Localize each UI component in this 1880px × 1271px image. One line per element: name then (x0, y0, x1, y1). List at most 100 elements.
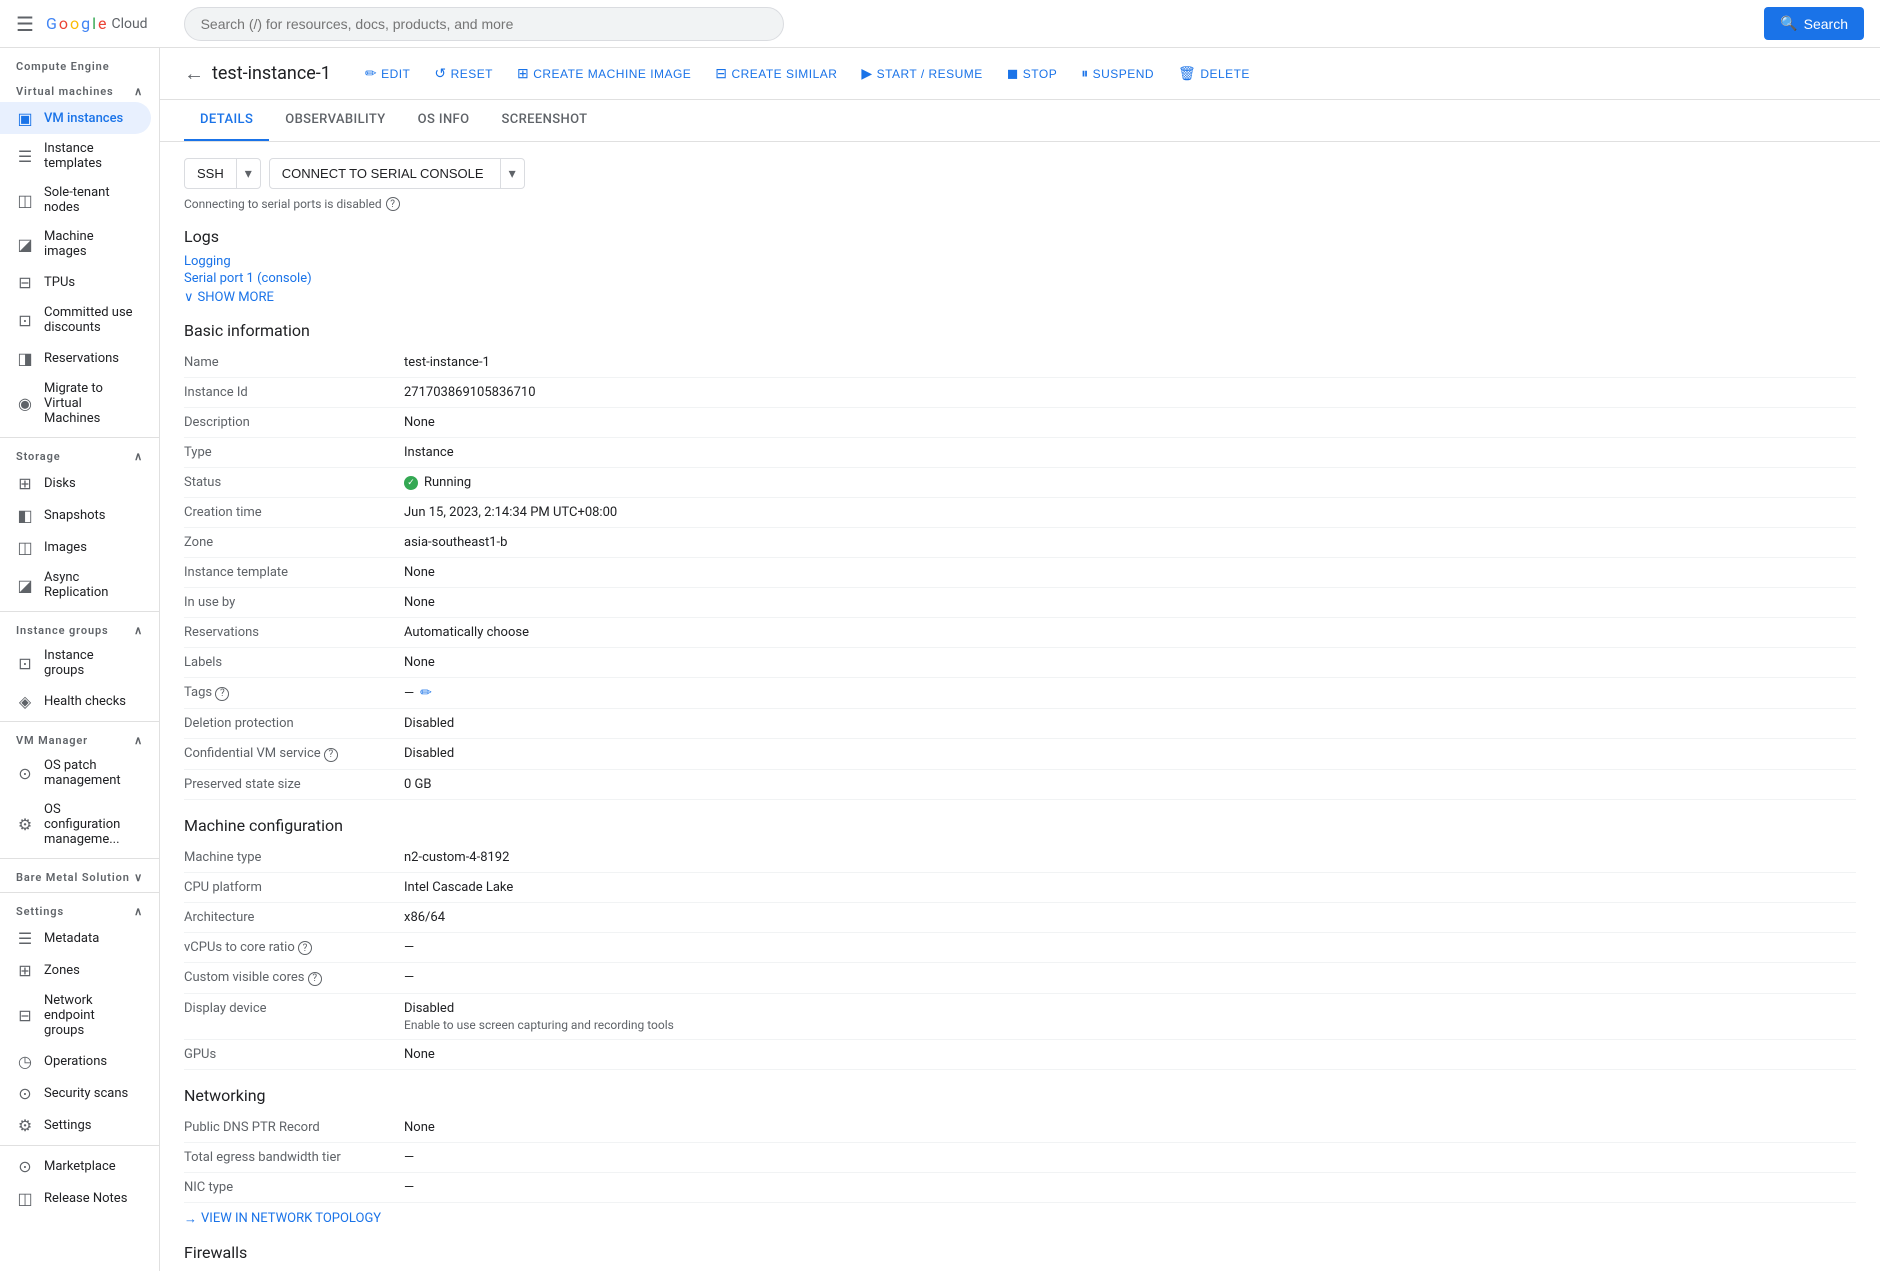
tab-details[interactable]: DETAILS (184, 100, 269, 141)
status-running-indicator: Running (404, 475, 1856, 490)
table-row: Tags ? — ✏ (184, 678, 1856, 709)
sidebar-item-network-endpoint-groups[interactable]: ⊟ Network endpoint groups (0, 986, 151, 1045)
sidebar-item-tpus[interactable]: ⊟ TPUs (0, 266, 151, 298)
sidebar-item-reservations[interactable]: ◨ Reservations (0, 342, 151, 374)
stop-icon: ◼ (1007, 65, 1019, 82)
sidebar-item-health-checks[interactable]: ◈ Health checks (0, 685, 151, 717)
sidebar-item-async-replication-label: Async Replication (44, 570, 135, 600)
sidebar-item-zones[interactable]: ⊞ Zones (0, 954, 151, 986)
networking-section-title: Networking (184, 1086, 1856, 1105)
sidebar-section-bare-metal[interactable]: Bare Metal Solution ∨ (0, 863, 159, 888)
serial-console-dropdown[interactable]: ▾ (500, 159, 524, 188)
ssh-button-group: SSH ▾ (184, 158, 261, 189)
logging-link[interactable]: Logging (184, 254, 1856, 269)
sidebar-item-snapshots-label: Snapshots (44, 508, 106, 523)
sidebar-item-instance-templates[interactable]: ☰ Instance templates (0, 134, 151, 178)
table-row: NIC type — (184, 1172, 1856, 1202)
logs-section-title: Logs (184, 227, 1856, 246)
table-row: Description None (184, 408, 1856, 438)
create-similar-icon: ⊟ (715, 65, 727, 82)
chevron-up-storage-icon: ∧ (134, 450, 143, 463)
table-row: Confidential VM service ? Disabled (184, 739, 1856, 770)
sidebar-section-vm[interactable]: Virtual machines ∧ (0, 77, 159, 102)
create-machine-image-button[interactable]: ⊞ CREATE MACHINE IMAGE (507, 59, 701, 88)
divider-storage (0, 437, 159, 438)
serial-console-chevron-icon: ▾ (509, 165, 516, 181)
networking-table: Public DNS PTR Record None Total egress … (184, 1113, 1856, 1203)
sidebar-section-instance-groups[interactable]: Instance groups ∧ (0, 616, 159, 641)
serial-ports-help-icon[interactable]: ? (386, 197, 400, 211)
sidebar-item-sole-tenant-nodes[interactable]: ◫ Sole-tenant nodes (0, 178, 151, 222)
vm-manager-section-label: VM Manager (16, 734, 88, 747)
sidebar-item-machine-images[interactable]: ◪ Machine images (0, 222, 151, 266)
ssh-dropdown-button[interactable]: ▾ (236, 159, 260, 188)
edit-button[interactable]: ✏ EDIT (355, 59, 420, 88)
sidebar-item-images[interactable]: ◫ Images (0, 531, 151, 563)
table-row: Display device Disabled Enable to use sc… (184, 993, 1856, 1039)
delete-button[interactable]: 🗑 DELETE (1168, 59, 1260, 88)
status-cell: Running (404, 468, 1856, 498)
serial-console-button[interactable]: CONNECT TO SERIAL CONSOLE (270, 160, 496, 187)
sidebar-item-committed-use[interactable]: ⊡ Committed use discounts (0, 298, 151, 342)
tags-label-text: Tags (184, 685, 212, 700)
table-row: GPUs None (184, 1039, 1856, 1069)
table-row: Preserved state size 0 GB (184, 769, 1856, 799)
os-patch-icon: ⊙ (16, 764, 34, 782)
sidebar-section-storage[interactable]: Storage ∧ (0, 442, 159, 467)
sidebar-item-images-label: Images (44, 540, 87, 555)
gpus-value: None (404, 1039, 1856, 1069)
sidebar-item-os-patch[interactable]: ⊙ OS patch management (0, 751, 151, 795)
confidential-vm-help-icon[interactable]: ? (324, 748, 338, 762)
sidebar-item-marketplace[interactable]: ⊙ Marketplace (0, 1150, 151, 1182)
custom-cores-help-icon[interactable]: ? (308, 972, 322, 986)
zone-label: Zone (184, 528, 404, 558)
sidebar-item-disks[interactable]: ⊞ Disks (0, 467, 151, 499)
search-input[interactable] (184, 7, 784, 41)
tab-os-info[interactable]: OS INFO (402, 100, 486, 141)
ssh-main-button[interactable]: SSH (185, 160, 236, 187)
back-button[interactable]: ← (184, 61, 204, 86)
start-resume-button[interactable]: ▶ START / RESUME (851, 59, 992, 88)
tags-label: Tags ? (184, 678, 404, 709)
custom-cores-label-text: Custom visible cores (184, 970, 305, 985)
tab-screenshot[interactable]: SCREENSHOT (485, 100, 603, 141)
suspend-icon: ⏸ (1081, 65, 1088, 82)
suspend-button[interactable]: ⏸ SUSPEND (1071, 59, 1164, 88)
arrow-right-icon: → (184, 1211, 197, 1227)
sidebar-item-async-replication[interactable]: ◪ Async Replication (0, 563, 151, 607)
app-logo: Google Cloud (46, 14, 148, 33)
vm-section-label: Virtual machines (16, 85, 114, 98)
create-similar-button[interactable]: ⊟ CREATE SIMILAR (705, 59, 847, 88)
tags-help-icon[interactable]: ? (215, 687, 229, 701)
sidebar-item-settings[interactable]: ⚙ Settings (0, 1109, 151, 1141)
search-button[interactable]: 🔍 Search (1764, 7, 1864, 40)
sidebar-item-release-notes[interactable]: ◫ Release Notes (0, 1182, 151, 1214)
view-topology-link[interactable]: → VIEW IN NETWORK TOPOLOGY (184, 1211, 1856, 1227)
serial-ports-note-text: Connecting to serial ports is disabled (184, 197, 382, 211)
storage-section-label: Storage (16, 450, 61, 463)
table-row: Machine type n2-custom-4-8192 (184, 843, 1856, 873)
sidebar-item-snapshots[interactable]: ◧ Snapshots (0, 499, 151, 531)
cpu-platform-value: Intel Cascade Lake (404, 872, 1856, 902)
sidebar-item-vm-instances[interactable]: ▣ VM instances (0, 102, 151, 134)
show-more-button[interactable]: ∨ SHOW MORE (184, 290, 1856, 305)
menu-icon[interactable]: ☰ (16, 12, 34, 36)
sidebar-section-settings[interactable]: Settings ∧ (0, 897, 159, 922)
stop-button[interactable]: ◼ STOP (997, 59, 1068, 88)
sidebar-item-migrate[interactable]: ◉ Migrate to Virtual Machines (0, 374, 151, 433)
chevron-down-show-more-icon: ∨ (184, 290, 194, 305)
sidebar-section-compute-engine[interactable]: Compute Engine (0, 48, 159, 77)
vcpus-help-icon[interactable]: ? (298, 941, 312, 955)
sidebar-item-operations[interactable]: ◷ Operations (0, 1045, 151, 1077)
tab-observability[interactable]: OBSERVABILITY (269, 100, 401, 141)
preserved-state-value: 0 GB (404, 769, 1856, 799)
sidebar-item-metadata[interactable]: ☰ Metadata (0, 922, 151, 954)
reset-button[interactable]: ↺ RESET (424, 59, 503, 88)
tags-edit-icon[interactable]: ✏ (420, 685, 432, 701)
sidebar-item-security-scans[interactable]: ⊙ Security scans (0, 1077, 151, 1109)
tags-dash: — (404, 686, 414, 701)
sidebar-item-os-config[interactable]: ⚙ OS configuration manageme... (0, 795, 151, 854)
sidebar-item-instance-groups[interactable]: ⊡ Instance groups (0, 641, 151, 685)
sidebar-section-vm-manager[interactable]: VM Manager ∧ (0, 726, 159, 751)
serial-port-link[interactable]: Serial port 1 (console) (184, 271, 1856, 286)
